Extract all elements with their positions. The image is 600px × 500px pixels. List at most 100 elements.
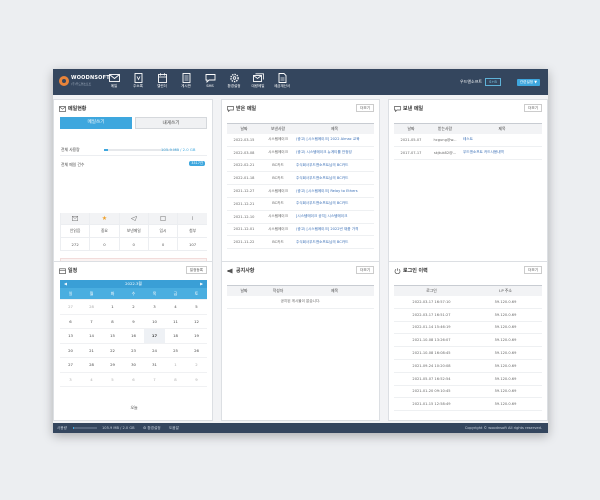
row-subject[interactable]: (광고) [시스템메이크] Relay to Ethers	[295, 184, 374, 198]
nav-address-book[interactable]: 주소록	[126, 72, 150, 94]
col-recipient: 받는사람	[428, 123, 462, 134]
row-subject[interactable]: (광고) [시스템메이크] 2022 Almac 교육	[295, 134, 374, 147]
col-login-time: 로그인	[394, 285, 469, 296]
nav-settings[interactable]: 환경설정	[222, 72, 246, 94]
today-button[interactable]: 오늘	[54, 405, 214, 411]
calendar-day[interactable]: 8	[102, 314, 123, 329]
nav-bulk-mail[interactable]: 대량메일	[246, 72, 270, 94]
calendar-day[interactable]: 12	[186, 314, 207, 329]
col-date: 날짜	[227, 123, 261, 134]
footer-help-link[interactable]: 도움말	[169, 426, 179, 431]
footer-settings-link[interactable]: ⚙ 환경설정	[143, 426, 161, 431]
table-row[interactable]: 2021-12-21 BC카드 주식회사우드앤소프트님의 BC카드	[227, 197, 374, 211]
calendar-day[interactable]: 5	[102, 372, 123, 387]
calendar-day[interactable]: 14	[81, 328, 102, 344]
write-to-self-button[interactable]: 내게쓰기	[135, 117, 207, 129]
nav-calendar[interactable]: 캘린더	[150, 72, 174, 94]
sent-more-button[interactable]: 더보기	[524, 104, 542, 112]
calendar-day[interactable]: 3	[144, 299, 165, 315]
calendar-day[interactable]: 28	[81, 299, 102, 315]
draft-icon	[160, 215, 166, 221]
table-row[interactable]: 2021-12-10 시스템메이크 [시스템메이크 공지] 시스템메이크	[227, 210, 374, 224]
calendar-day[interactable]: 22	[102, 343, 123, 358]
calendar-day[interactable]: 16	[123, 328, 144, 344]
nav-sms[interactable]: SMS	[198, 72, 222, 94]
nav-board[interactable]: 게시판	[174, 72, 198, 94]
stat-value-sent[interactable]: 0	[118, 237, 149, 251]
env-settings-button[interactable]: 관련설정 ▼	[516, 78, 540, 86]
calendar-day[interactable]: 2	[123, 299, 144, 315]
login-ip: 59.120.0.69	[469, 359, 542, 373]
notice-more-button[interactable]: 더보기	[356, 266, 374, 274]
calendar-day[interactable]: 9	[186, 372, 207, 387]
table-row[interactable]: 2022-03-15 시스템메이크 (광고) [시스템메이크] 2022 Almac…	[227, 134, 374, 147]
calendar-day[interactable]: 30	[123, 357, 144, 373]
table-row[interactable]: 2021-12-27 시스템메이크 (광고) [시스템메이크] Relay to E…	[227, 184, 374, 198]
calendar-day[interactable]: 15	[102, 328, 123, 344]
calendar-day[interactable]: 24	[144, 343, 165, 358]
table-row[interactable]: 2017-07-17 skjtuk82@... 우드앤소프트 카드사용내역	[394, 146, 542, 160]
table-row[interactable]: 2021-11-22 BC카드 주식회사우드앤소프트님의 BC카드	[227, 235, 374, 250]
prev-month-icon[interactable]: ◀	[64, 280, 67, 288]
row-subject[interactable]: [시스템메이크 공지] 시스템메이크	[295, 210, 374, 224]
stat-value-draft[interactable]: 0	[147, 237, 178, 251]
nav-mail[interactable]: 메일	[102, 72, 126, 94]
calendar-day[interactable]: 26	[186, 343, 207, 358]
row-subject[interactable]: 주식회사우드앤소프트님의 BC카드	[295, 159, 374, 173]
received-more-button[interactable]: 더보기	[356, 104, 374, 112]
row-subject[interactable]: 주식회사우드앤소프트님의 BC카드	[295, 197, 374, 211]
calendar-day[interactable]: 4	[81, 372, 102, 387]
calendar-day[interactable]: 27	[60, 299, 81, 315]
calendar-day[interactable]: 11	[165, 314, 186, 329]
nav-tax-invoice[interactable]: 세금계산서	[270, 72, 294, 94]
stat-value-important[interactable]: 0	[89, 237, 120, 251]
calendar-day[interactable]: 31	[144, 357, 165, 373]
table-row[interactable]: 2022-01-18 BC카드 주식회사우드앤소프트님의 BC카드	[227, 171, 374, 186]
calendar-day[interactable]: 27	[60, 357, 81, 373]
calendar-day[interactable]: 6	[123, 372, 144, 387]
row-subject[interactable]: 테스트	[462, 134, 542, 147]
next-month-icon[interactable]: ▶	[200, 280, 203, 288]
calendar-day[interactable]: 5	[186, 299, 207, 315]
table-row[interactable]: 2022-03-08 시스템메이크 (광고) 시스템메이크 뉴게티를 안정성	[227, 146, 374, 160]
table-row: 2021-10-08 16:08:45 59.120.0.69	[394, 346, 542, 360]
calendar-day[interactable]: 7	[144, 372, 165, 387]
calendar-day[interactable]: 7	[81, 314, 102, 329]
calendar-day[interactable]: 3	[60, 372, 81, 387]
calendar-day[interactable]: 28	[81, 357, 102, 373]
row-subject[interactable]: 주식회사우드앤소프트님의 BC카드	[295, 171, 374, 186]
calendar-day[interactable]: 1	[102, 299, 123, 315]
calendar-day-today[interactable]: 17	[144, 328, 165, 344]
chat-bubble-icon	[394, 105, 401, 112]
row-subject[interactable]: (광고) [시스템메이크] 2022년 재품 가격	[295, 223, 374, 237]
row-subject[interactable]: 주식회사우드앤소프트님의 BC카드	[295, 235, 374, 250]
row-date: 2021-12-10	[227, 210, 261, 224]
row-subject[interactable]: 우드앤소프트 카드사용내역	[462, 146, 542, 160]
write-mail-button[interactable]: 메일쓰기	[60, 117, 132, 129]
calendar-day[interactable]: 25	[165, 343, 186, 358]
calendar-day[interactable]: 8	[165, 372, 186, 387]
calendar-day[interactable]: 1	[165, 357, 186, 373]
stat-value-attachment[interactable]: 107	[177, 237, 207, 251]
stat-value-unread[interactable]: 272	[59, 237, 90, 251]
table-row[interactable]: 2022-02-21 BC카드 주식회사우드앤소프트님의 BC카드	[227, 159, 374, 173]
calendar-day[interactable]: 9	[123, 314, 144, 329]
board-icon	[182, 73, 190, 83]
calendar-day[interactable]: 29	[102, 357, 123, 373]
calendar-day[interactable]: 4	[165, 299, 186, 315]
row-subject[interactable]: (광고) 시스템메이크 뉴게티를 안정성	[295, 146, 374, 160]
calendar-day[interactable]: 23	[123, 343, 144, 358]
calendar-day[interactable]: 21	[81, 343, 102, 358]
calendar-day[interactable]: 19	[186, 328, 207, 344]
calendar-day[interactable]: 6	[60, 314, 81, 329]
calendar-day[interactable]: 2	[186, 357, 207, 373]
table-row[interactable]: 2021-12-01 시스템메이크 (광고) [시스템메이크] 2022년 재품 가…	[227, 223, 374, 237]
brand-logo[interactable]: WOODNSOFT (주)우드앤소프트	[59, 75, 110, 89]
calendar-day[interactable]: 13	[60, 328, 81, 344]
calendar-day[interactable]: 18	[165, 328, 186, 344]
calendar-day[interactable]: 20	[60, 343, 81, 358]
login-more-button[interactable]: 더보기	[524, 266, 542, 274]
table-row[interactable]: 2021-05-07 hcgung@w... 테스트	[394, 134, 542, 147]
add-schedule-button[interactable]: 일정등록	[185, 266, 207, 274]
calendar-day[interactable]: 10	[144, 314, 165, 329]
